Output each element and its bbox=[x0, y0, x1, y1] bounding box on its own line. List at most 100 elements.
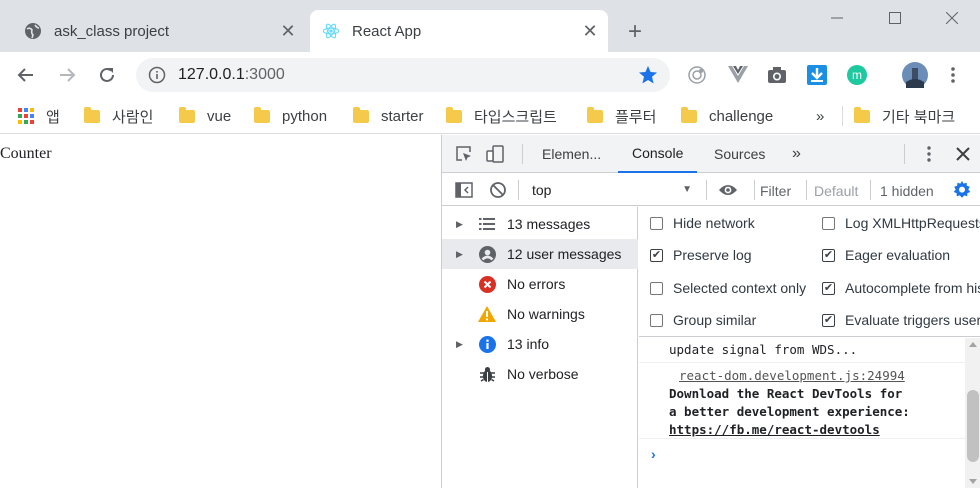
close-tab-icon[interactable]: ✕ bbox=[276, 19, 300, 43]
folder-icon bbox=[84, 106, 100, 123]
checkbox[interactable] bbox=[822, 216, 835, 230]
camera-icon[interactable] bbox=[766, 64, 788, 86]
scroll-up-arrow-icon[interactable] bbox=[969, 342, 977, 347]
menu-kebab-icon[interactable] bbox=[942, 64, 964, 86]
forward-arrow-icon[interactable] bbox=[53, 61, 81, 89]
console-settings-gear-icon[interactable] bbox=[952, 180, 972, 200]
sidebar-item-warnings[interactable]: No warnings bbox=[442, 299, 638, 329]
live-expression-eye-icon[interactable] bbox=[718, 180, 738, 200]
more-tabs-button[interactable]: » bbox=[792, 135, 801, 173]
checkbox[interactable] bbox=[650, 281, 663, 295]
console-prompt[interactable]: › bbox=[651, 446, 656, 462]
log-level-selector[interactable]: Default bbox=[814, 180, 858, 202]
bookmark-folder[interactable]: vue bbox=[179, 106, 231, 126]
bookmarks-divider bbox=[842, 106, 843, 126]
bookmark-apps[interactable]: 앱 bbox=[18, 106, 60, 126]
checkbox[interactable] bbox=[650, 313, 663, 327]
console-message-line: update signal from WDS... bbox=[669, 342, 858, 357]
option-hide-network[interactable]: Hide network bbox=[650, 213, 755, 233]
maximize-icon[interactable] bbox=[880, 6, 910, 30]
context-selector[interactable]: top ▼ bbox=[532, 180, 692, 200]
info-icon bbox=[478, 335, 496, 353]
devtools-close-icon[interactable] bbox=[953, 144, 973, 164]
console-filter-input[interactable]: Filter bbox=[760, 180, 791, 202]
site-info-icon[interactable] bbox=[148, 66, 166, 84]
bookmark-folder[interactable]: python bbox=[254, 106, 327, 126]
toolbar-divider bbox=[806, 180, 807, 200]
sidebar-item-info[interactable]: ▶ 13 info bbox=[442, 329, 638, 359]
chevron-down-icon: ▼ bbox=[682, 184, 692, 195]
console-sidebar: ▶ 13 messages ▶ 12 user messages No erro… bbox=[442, 207, 638, 488]
bookmark-folder[interactable]: challenge bbox=[681, 106, 773, 126]
console-message-line: a better development experience: bbox=[669, 404, 910, 419]
option-group-similar[interactable]: Group similar bbox=[650, 310, 756, 330]
m-extension-icon[interactable]: m bbox=[846, 64, 868, 86]
checkbox[interactable] bbox=[822, 281, 835, 295]
tab-react-app[interactable]: React App ✕ bbox=[310, 10, 608, 52]
bookmark-folder[interactable]: 플루터 bbox=[587, 106, 656, 126]
sidebar-item-messages[interactable]: ▶ 13 messages bbox=[442, 209, 638, 239]
message-divider bbox=[639, 438, 965, 439]
option-log-xmlhttprequests[interactable]: Log XMLHttpRequests bbox=[822, 213, 980, 233]
devtools-link[interactable]: https://fb.me/react-devtools bbox=[669, 422, 880, 437]
user-icon bbox=[478, 245, 496, 263]
extension-icon[interactable] bbox=[686, 64, 708, 86]
checkbox[interactable] bbox=[822, 248, 835, 262]
bookmark-star-icon[interactable] bbox=[638, 65, 658, 90]
sidebar-item-errors[interactable]: No errors bbox=[442, 269, 638, 299]
scrollbar-thumb[interactable] bbox=[967, 390, 979, 462]
folder-icon bbox=[254, 106, 270, 123]
download-icon[interactable] bbox=[806, 64, 828, 86]
devtools-menu-kebab-icon[interactable] bbox=[919, 144, 939, 164]
source-link[interactable]: react-dom.development.js:24994 bbox=[679, 368, 905, 383]
folder-icon bbox=[179, 106, 195, 123]
checkbox[interactable] bbox=[650, 216, 663, 230]
toolbar-divider bbox=[706, 180, 707, 200]
bookmark-folder[interactable]: 사람인 bbox=[84, 106, 153, 126]
sidebar-item-verbose[interactable]: No verbose bbox=[442, 359, 638, 389]
back-arrow-icon[interactable] bbox=[12, 61, 40, 89]
browser-toolbar: 127.0.0.1:3000 m bbox=[0, 52, 980, 98]
folder-icon bbox=[446, 106, 462, 123]
checkbox[interactable] bbox=[650, 248, 663, 262]
bookmarks-overflow-button[interactable]: » bbox=[816, 106, 824, 126]
option-evaluate-triggers-user-activation[interactable]: Evaluate triggers user activation bbox=[822, 310, 980, 330]
scroll-down-arrow-icon[interactable] bbox=[969, 479, 977, 484]
warning-icon bbox=[478, 305, 496, 323]
option-selected-context-only[interactable]: Selected context only bbox=[650, 278, 812, 298]
option-eager-evaluation[interactable]: Eager evaluation bbox=[822, 245, 950, 265]
show-sidebar-icon[interactable] bbox=[454, 180, 474, 200]
inspect-element-icon[interactable] bbox=[454, 144, 474, 164]
clear-console-icon[interactable] bbox=[488, 180, 508, 200]
console-scrollbar[interactable] bbox=[965, 338, 980, 488]
checkbox[interactable] bbox=[822, 313, 835, 327]
expand-triangle-icon: ▶ bbox=[456, 248, 463, 259]
tab-console[interactable]: Console bbox=[618, 135, 698, 173]
minimize-icon[interactable] bbox=[822, 6, 852, 30]
option-autocomplete-from-history[interactable]: Autocomplete from history bbox=[822, 278, 980, 298]
vue-devtools-icon[interactable] bbox=[727, 64, 749, 86]
window-close-icon[interactable] bbox=[937, 6, 967, 30]
avatar[interactable] bbox=[902, 62, 928, 88]
tab-sources[interactable]: Sources bbox=[714, 135, 765, 173]
bookmark-folder[interactable]: starter bbox=[353, 106, 424, 126]
folder-icon bbox=[587, 106, 603, 123]
devtools-tabbar: Elemen... Console Sources » bbox=[442, 135, 980, 173]
tab-elements[interactable]: Elemen... bbox=[542, 135, 601, 173]
reload-icon[interactable] bbox=[93, 61, 121, 89]
bookmark-folder[interactable]: 타입스크립트 bbox=[446, 106, 557, 126]
close-tab-icon[interactable]: ✕ bbox=[578, 19, 602, 43]
bookmarks-bar: 앱 사람인 vue python starter 타입스크립트 플루터 chal… bbox=[0, 98, 980, 134]
option-preserve-log[interactable]: Preserve log bbox=[650, 245, 752, 265]
svg-text:m: m bbox=[852, 68, 862, 82]
bug-icon bbox=[478, 365, 496, 383]
sidebar-item-user-messages[interactable]: ▶ 12 user messages bbox=[442, 239, 638, 269]
other-bookmarks[interactable]: 기타 북마크 bbox=[854, 106, 955, 126]
address-bar[interactable]: 127.0.0.1:3000 bbox=[136, 58, 670, 92]
tab-title: React App bbox=[352, 22, 422, 40]
device-toolbar-icon[interactable] bbox=[485, 144, 505, 164]
new-tab-button[interactable]: + bbox=[622, 18, 648, 45]
tab-ask-class-project[interactable]: ask_class project ✕ bbox=[0, 10, 306, 52]
url-text: 127.0.0.1:3000 bbox=[178, 66, 285, 83]
toolbar-divider bbox=[870, 180, 871, 200]
